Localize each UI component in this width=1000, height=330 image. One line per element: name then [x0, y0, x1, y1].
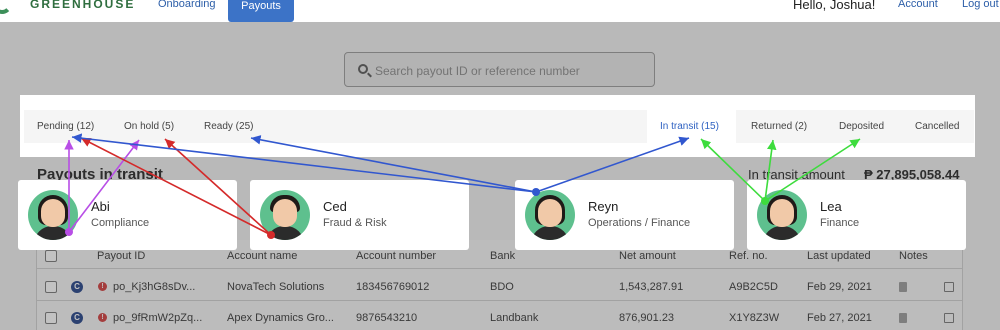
person-card-abi: Abi Compliance	[18, 180, 237, 250]
avatar	[525, 190, 575, 240]
user-greeting: Hello, Joshua!	[793, 0, 876, 12]
nav-logout[interactable]: Log out	[962, 0, 999, 10]
nav-payouts[interactable]: Payouts	[228, 0, 294, 22]
person-name: Reyn	[588, 199, 619, 214]
tab-pending[interactable]: Pending (12)	[37, 121, 94, 132]
dim-overlay	[0, 22, 1000, 330]
avatar	[260, 190, 310, 240]
tab-deposited[interactable]: Deposited	[839, 121, 884, 132]
nav-account[interactable]: Account	[898, 0, 938, 10]
person-role: Finance	[820, 217, 860, 229]
tab-on-hold[interactable]: On hold (5)	[124, 121, 174, 132]
person-role: Operations / Finance	[588, 217, 691, 229]
avatar	[757, 190, 807, 240]
top-nav: GREENHOUSE Onboarding Payouts Hello, Jos…	[0, 0, 1000, 22]
tab-ready[interactable]: Ready (25)	[204, 121, 253, 132]
person-role: Fraud & Risk	[323, 217, 387, 229]
person-card-ced: Ced Fraud & Risk	[250, 180, 469, 250]
person-role: Compliance	[91, 217, 150, 229]
nav-onboarding[interactable]: Onboarding	[158, 0, 216, 10]
avatar	[28, 190, 78, 240]
person-name: Lea	[820, 199, 842, 214]
tab-returned[interactable]: Returned (2)	[751, 121, 807, 132]
person-name: Abi	[91, 199, 110, 214]
person-name: Ced	[323, 199, 347, 214]
tab-cancelled[interactable]: Cancelled	[915, 121, 959, 132]
brand-name: GREENHOUSE	[30, 0, 136, 11]
greenhouse-logo-icon	[0, 0, 12, 14]
tab-in-transit[interactable]: In transit (15)	[660, 121, 719, 132]
person-card-lea: Lea Finance	[747, 180, 966, 250]
person-card-reyn: Reyn Operations / Finance	[515, 180, 734, 250]
